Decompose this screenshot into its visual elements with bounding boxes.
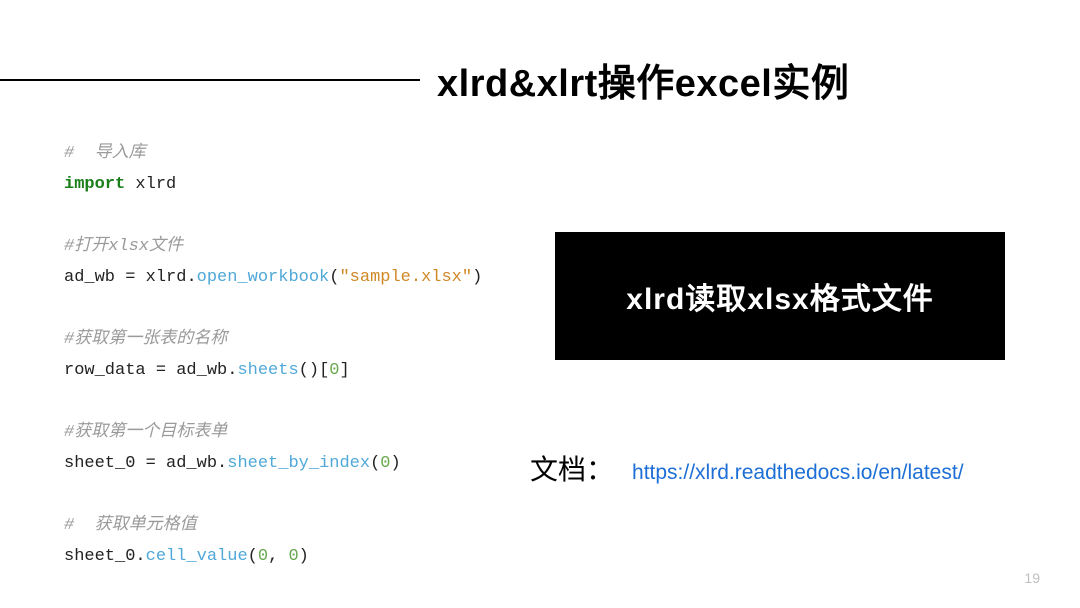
code-text: ): [472, 268, 482, 287]
code-text: row_data: [64, 361, 156, 380]
code-text: .: [227, 361, 237, 380]
code-string: "sample.xlsx": [339, 268, 472, 287]
code-text: xlrd: [135, 268, 186, 287]
slide: xlrd&xlrt操作excel实例 # 导入库 import xlrd #打开…: [0, 0, 1080, 608]
code-func: sheet_by_index: [227, 454, 370, 473]
code-number: 0: [258, 547, 268, 566]
code-comment: #获取第一张表的名称: [64, 330, 227, 349]
code-text: sheet_0: [64, 547, 135, 566]
code-number: 0: [288, 547, 298, 566]
code-text: ad_wb: [64, 268, 125, 287]
code-comment: # 导入库: [64, 144, 146, 163]
code-text: ): [390, 454, 400, 473]
doc-link[interactable]: https://xlrd.readthedocs.io/en/latest/: [632, 461, 964, 485]
slide-title: xlrd&xlrt操作excel实例: [437, 52, 849, 107]
code-text: (: [329, 268, 339, 287]
code-comment: #获取第一个目标表单: [64, 423, 227, 442]
code-text: .: [135, 547, 145, 566]
code-text: ,: [268, 547, 288, 566]
banner: xlrd读取xlsx格式文件: [555, 232, 1005, 360]
code-block: # 导入库 import xlrd #打开xlsx文件 ad_wb = xlrd…: [64, 138, 482, 572]
code-text: ]: [339, 361, 349, 380]
code-func: open_workbook: [197, 268, 330, 287]
code-func: cell_value: [146, 547, 248, 566]
code-text: .: [217, 454, 227, 473]
code-text: ad_wb: [166, 361, 227, 380]
code-text: ): [299, 547, 309, 566]
code-number: 0: [380, 454, 390, 473]
code-text: ad_wb: [156, 454, 217, 473]
code-comment: #打开xlsx文件: [64, 237, 183, 256]
title-divider: [0, 79, 420, 81]
code-text: ()[: [299, 361, 330, 380]
page-number: 19: [1024, 570, 1040, 586]
code-text: xlrd: [125, 175, 176, 194]
code-text: =: [156, 361, 166, 380]
code-text: (: [248, 547, 258, 566]
doc-row: 文档： https://xlrd.readthedocs.io/en/lates…: [530, 448, 964, 488]
doc-label: 文档：: [530, 448, 614, 488]
code-number: 0: [329, 361, 339, 380]
code-func: sheets: [237, 361, 298, 380]
code-text: =: [125, 268, 135, 287]
code-text: =: [146, 454, 156, 473]
code-keyword: import: [64, 175, 125, 194]
code-text: sheet_0: [64, 454, 146, 473]
banner-text: xlrd读取xlsx格式文件: [626, 274, 933, 318]
code-text: (: [370, 454, 380, 473]
code-comment: # 获取单元格值: [64, 516, 197, 535]
code-text: .: [186, 268, 196, 287]
